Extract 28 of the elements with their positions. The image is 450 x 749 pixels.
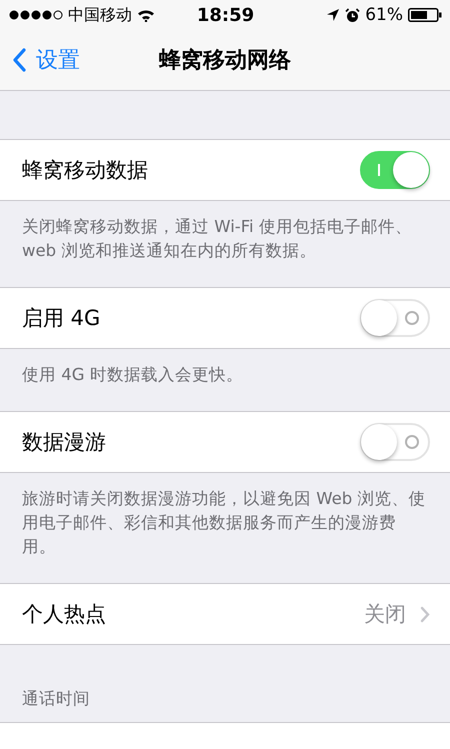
screen-title: 蜂窝移动网络	[159, 46, 291, 75]
chevron-left-icon	[12, 48, 26, 72]
section-header: 通话时间	[22, 688, 90, 710]
footer-note: 旅游时请关闭数据漫游功能，以避免因 Web 浏览、使用电子邮件、彩信和其他数据服务而产生的漫游费用。	[22, 488, 426, 558]
row-label: 个人热点	[22, 601, 106, 628]
wifi-icon	[137, 8, 155, 22]
carrier-name: 中国移动	[68, 4, 132, 26]
toggle-switch[interactable]	[360, 423, 430, 461]
alarm-clock-icon	[345, 8, 360, 22]
row-label: 启用 4G	[22, 305, 100, 332]
toggle-switch[interactable]	[360, 151, 430, 189]
footer-note: 使用 4G 时数据载入会更快。	[22, 364, 244, 386]
settings-row[interactable]: 蜂窝移动数据	[0, 140, 450, 201]
battery-icon	[408, 8, 442, 22]
chevron-right-icon	[420, 606, 430, 622]
battery-percent: 61%	[365, 5, 403, 25]
row-label: 蜂窝移动数据	[22, 157, 148, 184]
settings-row[interactable]: 启用 4G	[0, 288, 450, 349]
location-arrow-icon	[326, 8, 340, 22]
back-button[interactable]: 设置	[0, 45, 80, 75]
status-time: 18:59	[196, 4, 254, 26]
settings-row[interactable]: 数据漫游	[0, 412, 450, 473]
row-value: 关闭	[364, 601, 406, 628]
footer-note: 关闭蜂窝移动数据，通过 Wi-Fi 使用包括电子邮件、web 浏览和推送通知在内的所有数据。	[22, 216, 413, 262]
toggle-switch[interactable]	[360, 299, 430, 337]
row-label: 数据漫游	[22, 429, 106, 456]
settings-row[interactable]: 个人热点 关闭	[0, 584, 450, 645]
signal-icon	[9, 9, 63, 21]
